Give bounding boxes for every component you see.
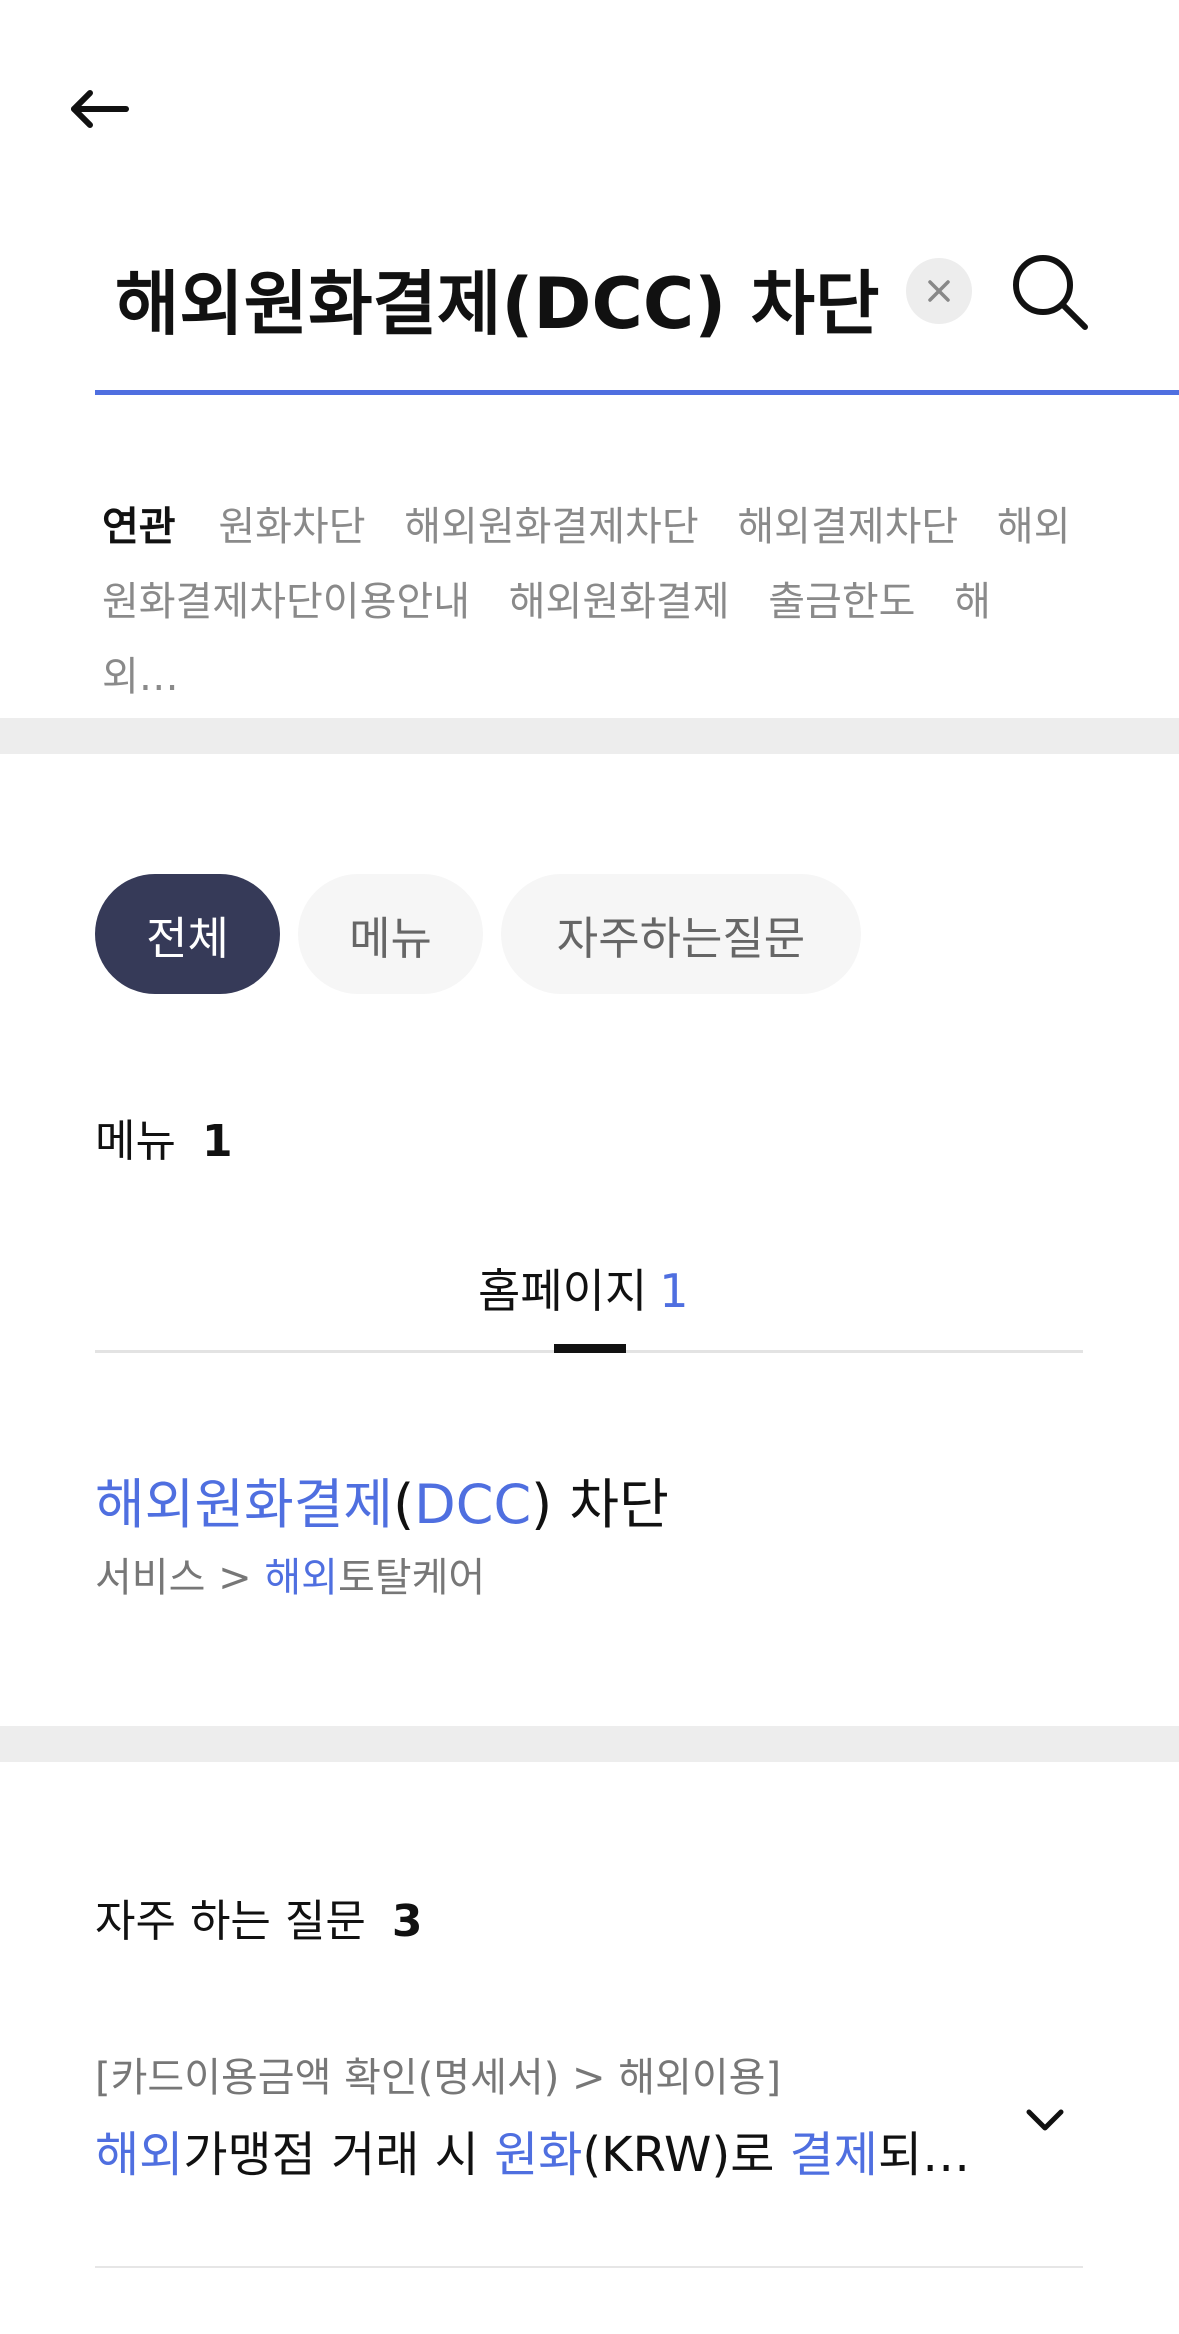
chevron-down-icon — [1026, 2109, 1064, 2131]
faq-question-part: 되… — [877, 2127, 971, 2183]
result-title-part: ) 차단 — [531, 1473, 669, 1536]
back-button[interactable] — [60, 72, 140, 152]
related-keyword[interactable]: 해외결제차단 — [737, 504, 958, 550]
related-label: 연관 — [102, 504, 176, 550]
section-divider — [0, 1726, 1179, 1762]
result-path-part: 토탈케어 — [337, 1555, 486, 1601]
subtab-active-indicator — [554, 1344, 626, 1353]
faq-section-count: 3 — [391, 1896, 423, 1947]
tab-menu[interactable]: 메뉴 — [298, 874, 483, 994]
faq-question-part: 가맹점 거래 시 — [183, 2127, 495, 2183]
menu-section-label: 메뉴 — [95, 1116, 176, 1167]
faq-expand-button[interactable] — [1015, 2090, 1075, 2150]
back-arrow-icon — [71, 90, 129, 128]
tab-faq[interactable]: 자주하는질문 — [501, 874, 861, 994]
menu-result-title[interactable]: 해외원화결제(DCC) 차단 — [95, 1460, 669, 1539]
related-keyword[interactable]: 해외원화결제 — [509, 579, 730, 625]
subtab-count: 1 — [659, 1264, 689, 1318]
faq-question[interactable]: 해외가맹점 거래 시 원화(KRW)로 결제되… — [95, 2115, 970, 2185]
faq-question-part: 원화 — [494, 2127, 583, 2183]
faq-section-title: 자주 하는 질문 3 — [95, 1885, 422, 1949]
tab-all[interactable]: 전체 — [95, 874, 280, 994]
search-underline — [95, 390, 1179, 395]
subtab-homepage[interactable]: 홈페이지 1 — [478, 1255, 689, 1321]
menu-result-path: 서비스 > 해외토탈케어 — [95, 1545, 485, 1603]
faq-category: [카드이용금액 확인(명세서) > 해외이용] — [95, 2055, 782, 2101]
faq-question-part: 해외 — [95, 2127, 184, 2183]
result-title-part: ( — [393, 1473, 415, 1536]
section-divider — [0, 718, 1179, 754]
faq-section-label: 자주 하는 질문 — [95, 1896, 366, 1947]
related-keywords: 연관 원화차단 해외원화결제차단 해외결제차단 해외원화결제차단이용안내 해외원… — [102, 490, 1092, 715]
subtab-label: 홈페이지 — [478, 1264, 648, 1318]
close-icon — [928, 280, 950, 302]
faq-divider — [95, 2266, 1083, 2268]
related-keyword[interactable]: 출금한도 — [768, 579, 915, 625]
menu-section-title: 메뉴 1 — [95, 1105, 233, 1169]
faq-question-part: (KRW)로 — [582, 2127, 790, 2183]
related-keyword[interactable]: 원화차단 — [218, 504, 365, 550]
result-title-part: 해외원화결제 — [95, 1473, 394, 1536]
result-path-part: 해외 — [264, 1555, 338, 1601]
result-title-part: DCC — [414, 1473, 532, 1536]
faq-question-part: 결제 — [789, 2127, 878, 2183]
clear-search-button[interactable] — [906, 258, 972, 324]
search-button[interactable] — [1005, 247, 1095, 337]
menu-section-count: 1 — [201, 1116, 233, 1167]
result-path-part: 서비스 > — [95, 1555, 265, 1601]
related-keyword[interactable]: 해외원화결제차단 — [404, 504, 698, 550]
search-input[interactable]: 해외원화결제(DCC) 차단 — [115, 248, 879, 349]
search-icon — [1013, 255, 1088, 330]
